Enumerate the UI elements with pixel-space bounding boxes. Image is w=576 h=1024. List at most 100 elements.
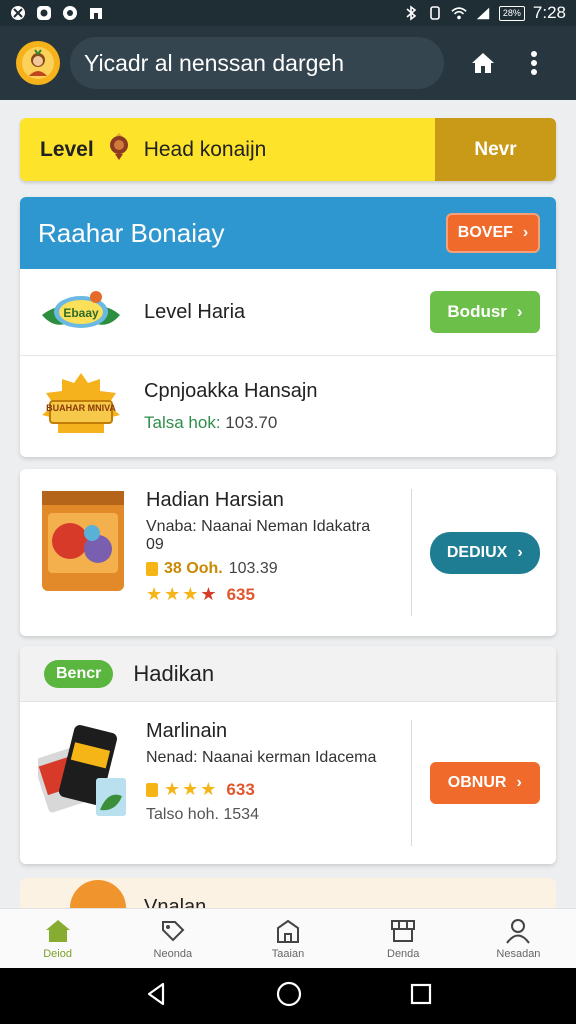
level-text: Head konaijn [143, 137, 267, 161]
trophy-icon [106, 132, 132, 167]
chevron-right-icon: › [522, 224, 529, 241]
level-info: Level Head konaijn [20, 118, 435, 181]
nav-item-offers[interactable]: Neonda [115, 909, 230, 968]
level-banner: Level Head konaijn Nevr [20, 118, 556, 181]
bluetooth-icon [403, 5, 419, 21]
nav-item-profile[interactable]: Nesadan [461, 909, 576, 968]
product-title: Hadian Harsian [146, 489, 284, 511]
star-icon: ★ [182, 779, 199, 799]
award-sub-value: 103.70 [225, 412, 278, 432]
product-action-button[interactable]: DEDIUX › [429, 531, 540, 574]
list-item-award[interactable]: BUAHAR MNIVA Cpnjoakka Hansajn Talsa hok… [20, 356, 556, 456]
product-card[interactable]: Hadian Harsian Vnaba: Naanai Neman Idaka… [20, 469, 556, 636]
award-sub-label: Talsa hok: [144, 412, 221, 432]
nav-label: Denda [387, 947, 420, 960]
bonus-button-label: Bodusr [447, 302, 507, 321]
level-next-button[interactable]: Nevr [435, 118, 556, 181]
rating-value: 633 [226, 779, 255, 799]
nav-item-home[interactable]: Deiod [0, 909, 115, 968]
chevron-right-icon: › [517, 543, 523, 561]
rewards-card: Raahar Bonaiay BOVEF › Ebaay Level Haria… [20, 197, 556, 457]
nav-item-market[interactable]: Denda [346, 909, 461, 968]
product-action-label: DEDIUX [446, 543, 508, 561]
level-label: Level [40, 137, 94, 161]
search-text: Yicadr al nenssan dargeh [84, 49, 344, 76]
vertical-divider [410, 720, 412, 846]
rewards-card-header: Raahar Bonaiay BOVEF › [20, 197, 556, 269]
tag-icon [161, 920, 185, 941]
product-image [40, 489, 126, 593]
price-label: 38 Ooh. [164, 560, 223, 577]
category-header: Bencr Hadikan [20, 646, 556, 702]
status-bar: 28% 7:28 [0, 0, 576, 26]
award-texts: Cpnjoakka Hansajn Talsa hok: 103.70 [144, 380, 317, 433]
header-action-button[interactable]: BOVEF › [446, 213, 540, 253]
home-icon [45, 919, 70, 942]
product-sub: Talso hoh. 1534 [146, 806, 259, 823]
home-circle-icon[interactable] [275, 980, 303, 1013]
list-item-title: Cpnjoakka Hansajn [144, 379, 318, 402]
user-icon [506, 918, 531, 944]
nav-label: Nesadan [496, 947, 541, 960]
star-icon: ★ [200, 584, 217, 604]
app-bar: Yicadr al nenssan dargeh [0, 26, 576, 100]
avatar-logo-icon [22, 47, 54, 79]
back-icon[interactable] [143, 981, 169, 1012]
wifi-icon [451, 5, 467, 21]
product-title: Marlinain [146, 720, 228, 742]
price-value: 103.39 [228, 560, 278, 577]
product-description: Vnaba: Naanai Neman Idakatra 09 [146, 518, 371, 553]
product-action-label: OBNUR [447, 774, 507, 791]
rating-stars: ★ ★ ★ 633 [146, 779, 391, 800]
nav-label: Taaian [271, 947, 305, 960]
vibrate-icon [427, 5, 443, 21]
section-title: Raahar Bonaiay [38, 217, 225, 248]
award-subtitle: Talsa hok: 103.70 [144, 413, 317, 433]
search-bar[interactable]: Yicadr al nenssan dargeh [70, 37, 444, 89]
recents-icon[interactable] [409, 982, 433, 1011]
coin-icon [146, 562, 158, 576]
nav-label: Neonda [153, 947, 193, 960]
system-navigation-bar [0, 968, 576, 1024]
nav-item-store[interactable]: Taaian [230, 909, 345, 968]
badge-text: Ebaay [63, 306, 99, 320]
app-notification-icon [10, 5, 26, 21]
vertical-divider [410, 489, 412, 616]
nav-label: Deiod [43, 947, 72, 960]
star-icon: ★ [182, 584, 199, 604]
app-logo[interactable] [16, 41, 60, 85]
award-badge-text: BUAHAR MNIVA [46, 403, 116, 413]
more-options-icon[interactable] [522, 48, 546, 78]
product-description: Nenad: Naanai kerman Idacema [146, 749, 377, 766]
category-title: Hadikan [133, 660, 215, 686]
star-icon: ★ [146, 584, 163, 604]
building-icon [277, 919, 299, 943]
product-image [33, 720, 126, 820]
award-badge-image: BUAHAR MNIVA [38, 371, 124, 441]
product-action-button[interactable]: OBNUR › [429, 762, 540, 804]
bonus-button[interactable]: Bodusr › [430, 291, 540, 333]
bottom-navigation: Deiod Neonda Taaian Denda Nesadan [0, 908, 576, 968]
signal-icon [475, 5, 491, 21]
list-item-title: Level Haria [144, 300, 246, 323]
badge-image: Ebaay [38, 285, 124, 339]
list-item-level[interactable]: Ebaay Level Haria Bodusr › [20, 269, 556, 356]
clock: 7:28 [532, 3, 566, 22]
chat-icon [62, 5, 78, 21]
category-pill[interactable]: Bencr [44, 659, 114, 688]
rating-stars: ★ ★ ★ ★ 635 [146, 584, 391, 605]
home-icon[interactable] [468, 48, 498, 78]
chevron-right-icon: › [516, 774, 522, 791]
rating-value: 635 [226, 584, 255, 604]
product-price: 38 Ooh. 103.39 [146, 560, 391, 578]
storefront-icon [391, 919, 416, 942]
category-card: Bencr Hadikan Marlinain Nenad: Naanai ke… [20, 646, 556, 864]
battery-level: 28% [502, 8, 521, 18]
shop-notification-icon [88, 5, 104, 21]
level-next-label: Nevr [474, 138, 517, 160]
product-details: Marlinain Nenad: Naanai kerman Idacema ★… [146, 720, 391, 846]
notification-icon [36, 5, 52, 21]
chevron-right-icon: › [516, 302, 523, 321]
coin-icon [146, 782, 158, 797]
product-card[interactable]: Marlinain Nenad: Naanai kerman Idacema ★… [20, 702, 556, 864]
